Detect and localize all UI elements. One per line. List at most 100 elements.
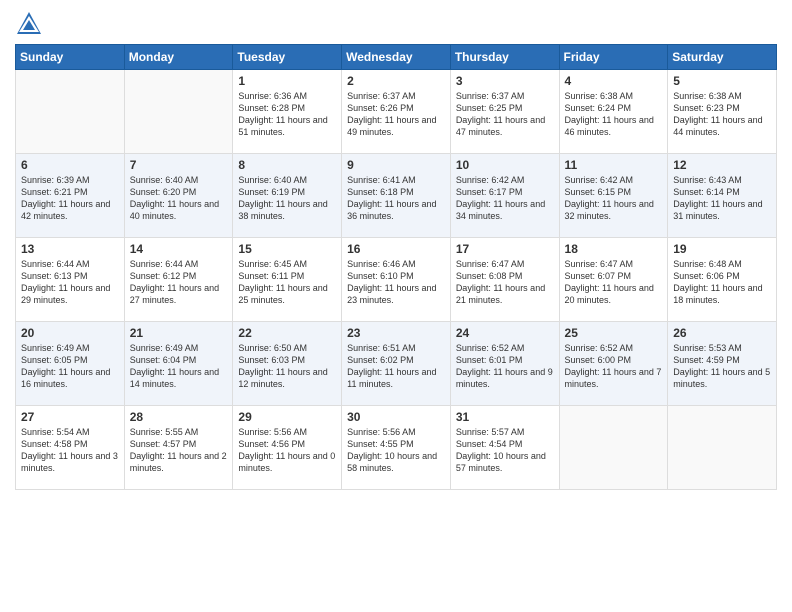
cell-info: Sunrise: 6:37 AM Sunset: 6:25 PM Dayligh… bbox=[456, 90, 554, 139]
cell-info: Sunrise: 5:54 AM Sunset: 4:58 PM Dayligh… bbox=[21, 426, 119, 475]
calendar-cell: 12 Sunrise: 6:43 AM Sunset: 6:14 PM Dayli… bbox=[668, 154, 777, 238]
week-row-4: 20Sunrise: 6:49 AM Sunset: 6:05 PM Dayli… bbox=[16, 322, 777, 406]
calendar-cell: 9 Sunrise: 6:41 AM Sunset: 6:18 PM Daylig… bbox=[342, 154, 451, 238]
day-number: 15 bbox=[238, 242, 336, 256]
day-number: 25 bbox=[565, 326, 663, 340]
day-number: 20 bbox=[21, 326, 119, 340]
cell-info: Sunrise: 6:44 AM Sunset: 6:12 PM Dayligh… bbox=[130, 258, 228, 307]
cell-info: Sunrise: 6:39 AM Sunset: 6:21 PM Dayligh… bbox=[21, 174, 119, 223]
day-number: 5 bbox=[673, 74, 771, 88]
cell-info: Sunrise: 6:42 AM Sunset: 6:15 PM Dayligh… bbox=[565, 174, 663, 223]
day-number: 14 bbox=[130, 242, 228, 256]
day-number: 21 bbox=[130, 326, 228, 340]
calendar-cell: 11Sunrise: 6:42 AM Sunset: 6:15 PM Dayli… bbox=[559, 154, 668, 238]
day-number: 2 bbox=[347, 74, 445, 88]
day-number: 12 bbox=[673, 158, 771, 172]
day-number: 23 bbox=[347, 326, 445, 340]
cell-info: Sunrise: 6:38 AM Sunset: 6:23 PM Dayligh… bbox=[673, 90, 771, 139]
logo bbox=[15, 10, 47, 38]
cell-info: Sunrise: 6:52 AM Sunset: 6:01 PM Dayligh… bbox=[456, 342, 554, 391]
calendar-cell: 27 Sunrise: 5:54 AM Sunset: 4:58 PM Dayli… bbox=[16, 406, 125, 490]
calendar-cell: 18Sunrise: 6:47 AM Sunset: 6:07 PM Dayli… bbox=[559, 238, 668, 322]
cell-info: Sunrise: 6:45 AM Sunset: 6:11 PM Dayligh… bbox=[238, 258, 336, 307]
day-number: 13 bbox=[21, 242, 119, 256]
calendar-cell: 19 Sunrise: 6:48 AM Sunset: 6:06 PM Dayli… bbox=[668, 238, 777, 322]
week-row-2: 6Sunrise: 6:39 AM Sunset: 6:21 PM Daylig… bbox=[16, 154, 777, 238]
weekday-header-saturday: Saturday bbox=[668, 45, 777, 70]
cell-info: Sunrise: 6:44 AM Sunset: 6:13 PM Dayligh… bbox=[21, 258, 119, 307]
calendar-cell: 5 Sunrise: 6:38 AM Sunset: 6:23 PM Daylig… bbox=[668, 70, 777, 154]
cell-info: Sunrise: 6:40 AM Sunset: 6:19 PM Dayligh… bbox=[238, 174, 336, 223]
calendar-cell bbox=[668, 406, 777, 490]
cell-info: Sunrise: 5:55 AM Sunset: 4:57 PM Dayligh… bbox=[130, 426, 228, 475]
calendar-cell: 6Sunrise: 6:39 AM Sunset: 6:21 PM Daylig… bbox=[16, 154, 125, 238]
calendar-cell: 20Sunrise: 6:49 AM Sunset: 6:05 PM Dayli… bbox=[16, 322, 125, 406]
cell-info: Sunrise: 6:48 AM Sunset: 6:06 PM Dayligh… bbox=[673, 258, 771, 307]
day-number: 7 bbox=[130, 158, 228, 172]
cell-info: Sunrise: 6:42 AM Sunset: 6:17 PM Dayligh… bbox=[456, 174, 554, 223]
day-number: 24 bbox=[456, 326, 554, 340]
day-number: 29 bbox=[238, 410, 336, 424]
week-row-3: 13 Sunrise: 6:44 AM Sunset: 6:13 PM Dayli… bbox=[16, 238, 777, 322]
day-number: 26 bbox=[673, 326, 771, 340]
calendar-cell: 8 Sunrise: 6:40 AM Sunset: 6:19 PM Daylig… bbox=[233, 154, 342, 238]
calendar-cell: 26 Sunrise: 5:53 AM Sunset: 4:59 PM Dayli… bbox=[668, 322, 777, 406]
day-number: 28 bbox=[130, 410, 228, 424]
cell-info: Sunrise: 6:41 AM Sunset: 6:18 PM Dayligh… bbox=[347, 174, 445, 223]
cell-info: Sunrise: 6:49 AM Sunset: 6:04 PM Dayligh… bbox=[130, 342, 228, 391]
calendar-cell: 24 Sunrise: 6:52 AM Sunset: 6:01 PM Dayli… bbox=[450, 322, 559, 406]
page: SundayMondayTuesdayWednesdayThursdayFrid… bbox=[0, 0, 792, 612]
calendar-cell: 17 Sunrise: 6:47 AM Sunset: 6:08 PM Dayli… bbox=[450, 238, 559, 322]
calendar-cell: 22 Sunrise: 6:50 AM Sunset: 6:03 PM Dayli… bbox=[233, 322, 342, 406]
calendar-cell: 31 Sunrise: 5:57 AM Sunset: 4:54 PM Dayli… bbox=[450, 406, 559, 490]
calendar-cell: 23Sunrise: 6:51 AM Sunset: 6:02 PM Dayli… bbox=[342, 322, 451, 406]
calendar-cell: 13 Sunrise: 6:44 AM Sunset: 6:13 PM Dayli… bbox=[16, 238, 125, 322]
weekday-header-sunday: Sunday bbox=[16, 45, 125, 70]
cell-info: Sunrise: 6:38 AM Sunset: 6:24 PM Dayligh… bbox=[565, 90, 663, 139]
day-number: 31 bbox=[456, 410, 554, 424]
cell-info: Sunrise: 5:56 AM Sunset: 4:55 PM Dayligh… bbox=[347, 426, 445, 475]
calendar-cell: 29Sunrise: 5:56 AM Sunset: 4:56 PM Dayli… bbox=[233, 406, 342, 490]
day-number: 27 bbox=[21, 410, 119, 424]
day-number: 17 bbox=[456, 242, 554, 256]
cell-info: Sunrise: 6:47 AM Sunset: 6:07 PM Dayligh… bbox=[565, 258, 663, 307]
day-number: 9 bbox=[347, 158, 445, 172]
day-number: 3 bbox=[456, 74, 554, 88]
day-number: 22 bbox=[238, 326, 336, 340]
calendar-cell bbox=[124, 70, 233, 154]
day-number: 16 bbox=[347, 242, 445, 256]
weekday-header-row: SundayMondayTuesdayWednesdayThursdayFrid… bbox=[16, 45, 777, 70]
day-number: 30 bbox=[347, 410, 445, 424]
calendar-cell: 7 Sunrise: 6:40 AM Sunset: 6:20 PM Daylig… bbox=[124, 154, 233, 238]
weekday-header-tuesday: Tuesday bbox=[233, 45, 342, 70]
cell-info: Sunrise: 6:52 AM Sunset: 6:00 PM Dayligh… bbox=[565, 342, 663, 391]
logo-icon bbox=[15, 10, 43, 38]
calendar-table: SundayMondayTuesdayWednesdayThursdayFrid… bbox=[15, 44, 777, 490]
weekday-header-monday: Monday bbox=[124, 45, 233, 70]
calendar-cell: 28 Sunrise: 5:55 AM Sunset: 4:57 PM Dayli… bbox=[124, 406, 233, 490]
calendar-cell: 2Sunrise: 6:37 AM Sunset: 6:26 PM Daylig… bbox=[342, 70, 451, 154]
day-number: 10 bbox=[456, 158, 554, 172]
weekday-header-wednesday: Wednesday bbox=[342, 45, 451, 70]
day-number: 8 bbox=[238, 158, 336, 172]
calendar-cell bbox=[559, 406, 668, 490]
cell-info: Sunrise: 6:36 AM Sunset: 6:28 PM Dayligh… bbox=[238, 90, 336, 139]
calendar-cell: 1Sunrise: 6:36 AM Sunset: 6:28 PM Daylig… bbox=[233, 70, 342, 154]
weekday-header-thursday: Thursday bbox=[450, 45, 559, 70]
calendar-cell: 10 Sunrise: 6:42 AM Sunset: 6:17 PM Dayli… bbox=[450, 154, 559, 238]
calendar-cell: 16 Sunrise: 6:46 AM Sunset: 6:10 PM Dayli… bbox=[342, 238, 451, 322]
day-number: 4 bbox=[565, 74, 663, 88]
cell-info: Sunrise: 6:46 AM Sunset: 6:10 PM Dayligh… bbox=[347, 258, 445, 307]
calendar-cell: 14 Sunrise: 6:44 AM Sunset: 6:12 PM Dayli… bbox=[124, 238, 233, 322]
day-number: 19 bbox=[673, 242, 771, 256]
weekday-header-friday: Friday bbox=[559, 45, 668, 70]
cell-info: Sunrise: 6:40 AM Sunset: 6:20 PM Dayligh… bbox=[130, 174, 228, 223]
cell-info: Sunrise: 6:43 AM Sunset: 6:14 PM Dayligh… bbox=[673, 174, 771, 223]
calendar-cell: 21 Sunrise: 6:49 AM Sunset: 6:04 PM Dayli… bbox=[124, 322, 233, 406]
cell-info: Sunrise: 6:50 AM Sunset: 6:03 PM Dayligh… bbox=[238, 342, 336, 391]
calendar-cell bbox=[16, 70, 125, 154]
cell-info: Sunrise: 5:53 AM Sunset: 4:59 PM Dayligh… bbox=[673, 342, 771, 391]
cell-info: Sunrise: 6:47 AM Sunset: 6:08 PM Dayligh… bbox=[456, 258, 554, 307]
cell-info: Sunrise: 5:57 AM Sunset: 4:54 PM Dayligh… bbox=[456, 426, 554, 475]
calendar-cell: 4 Sunrise: 6:38 AM Sunset: 6:24 PM Daylig… bbox=[559, 70, 668, 154]
